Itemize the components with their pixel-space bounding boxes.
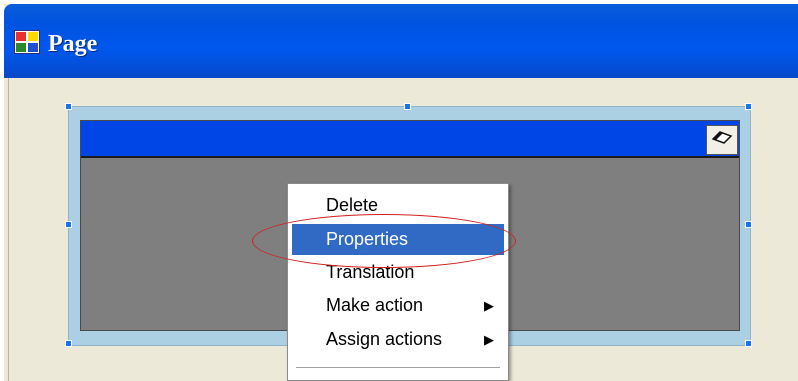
submenu-arrow-icon: ▶: [484, 298, 494, 313]
resize-handle-bottom-left[interactable]: [65, 340, 72, 347]
resize-handle-top-right[interactable]: [745, 103, 752, 110]
annotation-ellipse: [252, 214, 516, 268]
menu-item-label: Delete: [326, 195, 379, 215]
widget-eraser-button[interactable]: [706, 125, 738, 155]
submenu-arrow-icon: ▶: [484, 332, 494, 347]
app-icon: [14, 30, 40, 54]
title-bar[interactable]: Page: [4, 4, 798, 78]
resize-handle-middle-right[interactable]: [745, 221, 752, 228]
menu-item-assign-actions[interactable]: Assign actions ▶: [292, 324, 504, 355]
menu-item-make-action[interactable]: Make action ▶: [292, 290, 504, 321]
resize-handle-middle-left[interactable]: [65, 221, 72, 228]
eraser-icon: [711, 130, 733, 151]
resize-handle-top-center[interactable]: [404, 103, 411, 110]
menu-separator: [296, 367, 500, 368]
menu-item-label: Assign actions: [326, 329, 443, 349]
menu-item-label: Make action: [326, 295, 424, 315]
resize-handle-bottom-right[interactable]: [745, 340, 752, 347]
resize-handle-top-left[interactable]: [65, 103, 72, 110]
widget-header-bar: [81, 121, 739, 158]
window-title: Page: [48, 31, 98, 57]
context-menu: Delete Properties Translation Make actio…: [287, 183, 509, 381]
